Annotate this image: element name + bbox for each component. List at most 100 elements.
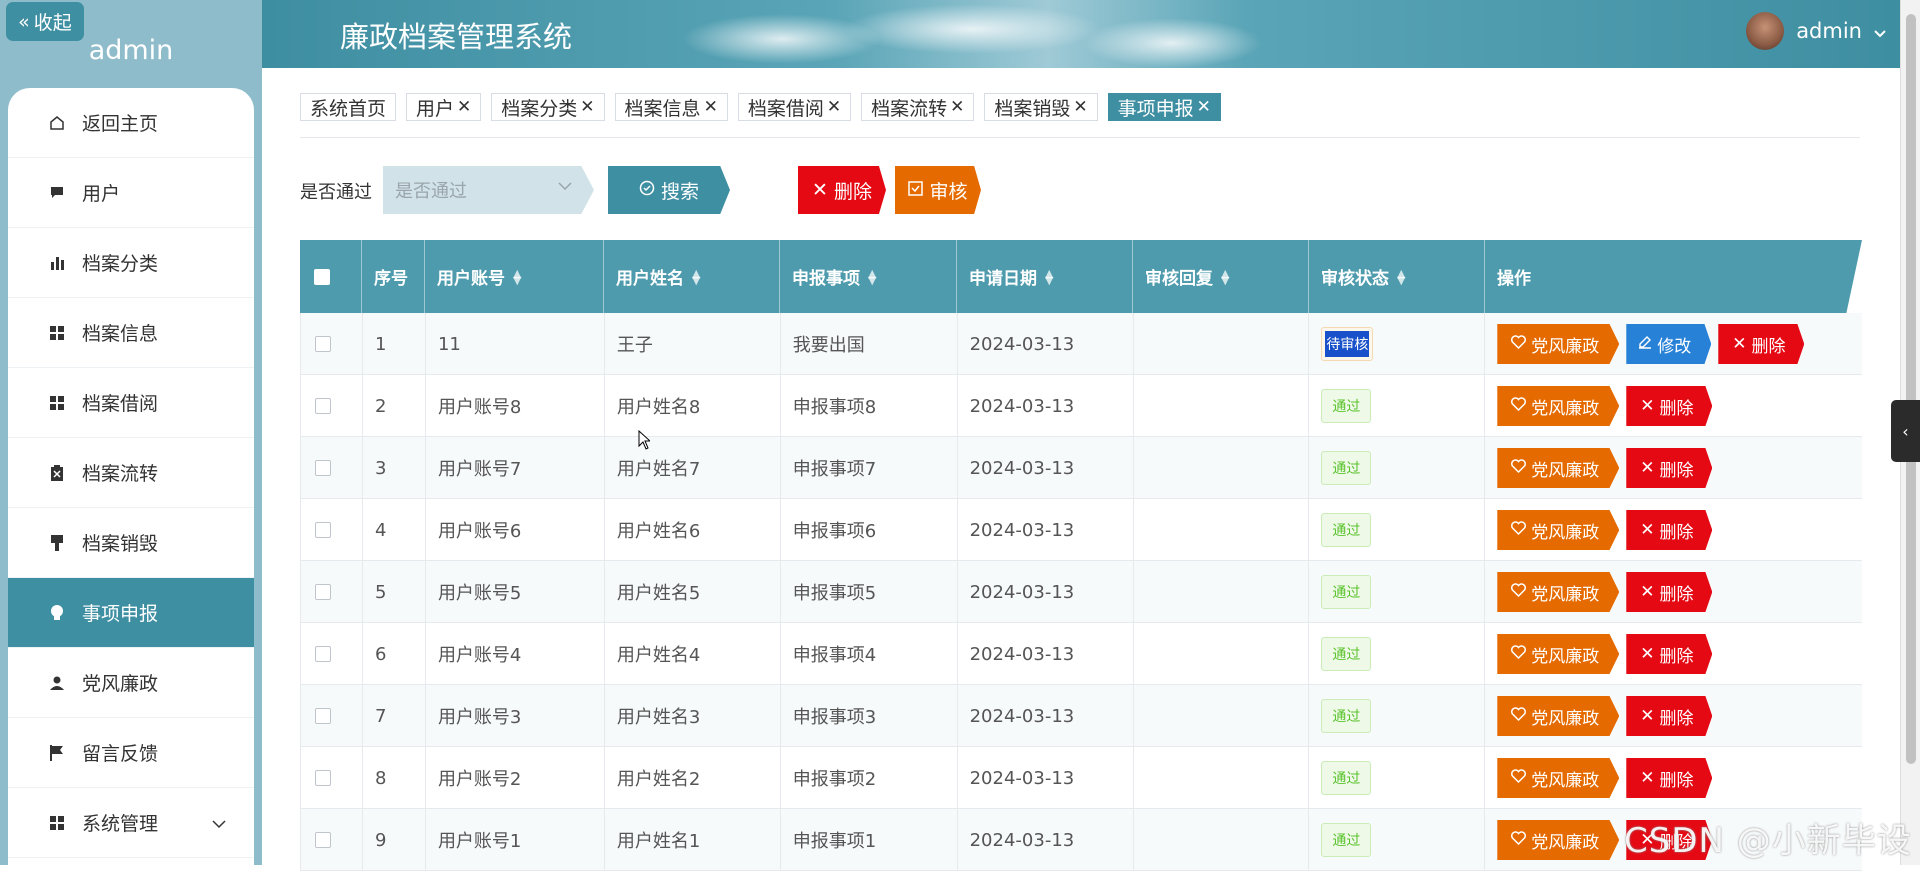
batch-audit-button[interactable]: 审核 [895, 166, 981, 214]
tab-archive-transfer[interactable]: 档案流转 ✕ [861, 93, 975, 121]
sidebar-item-label: 事项申报 [82, 603, 159, 625]
chevron-down-icon[interactable] [1874, 19, 1886, 43]
sort-icon[interactable]: ▲ ▼ [692, 268, 702, 286]
row-checkbox[interactable] [315, 708, 331, 724]
cell-index: 4 [363, 499, 426, 561]
party-integrity-button[interactable]: 党风廉政 [1497, 634, 1620, 674]
column-header[interactable]: 申请日期 ▲ ▼ [957, 240, 1133, 313]
sort-icon[interactable]: ▲ ▼ [1045, 268, 1055, 286]
checkbox-cell [301, 747, 363, 809]
sort-icon[interactable]: ▲ ▼ [513, 268, 523, 286]
sidebar-item-party-integrity[interactable]: 党风廉政 [8, 648, 254, 718]
search-button[interactable]: 搜索 [608, 166, 730, 214]
sort-icon[interactable]: ▲ ▼ [868, 268, 878, 286]
user-menu[interactable]: admin [1746, 12, 1886, 50]
delete-button[interactable]: ✕ 删除 [1626, 696, 1713, 736]
delete-button[interactable]: ✕ 删除 [1626, 758, 1713, 798]
row-checkbox[interactable] [315, 336, 331, 352]
tab-archive-borrow[interactable]: 档案借阅 ✕ [737, 93, 852, 121]
sidebar-item-archive-transfer[interactable]: 档案流转 [8, 438, 254, 508]
sidebar-item-declaration[interactable]: 事项申报 [8, 578, 254, 648]
column-header[interactable]: 审核回复 ▲ ▼ [1133, 240, 1309, 313]
close-icon: ✕ [1640, 706, 1655, 726]
party-integrity-button[interactable]: 党风廉政 [1497, 386, 1620, 426]
side-panel-toggle[interactable]: ‹ [1891, 400, 1920, 462]
close-icon[interactable]: ✕ [827, 97, 841, 117]
tab-home[interactable]: 系统首页 [300, 93, 397, 121]
cell-item: 申报事项8 [781, 375, 958, 437]
scrollbar-thumb[interactable] [1906, 14, 1916, 764]
column-header[interactable]: 用户姓名 ▲ ▼ [604, 240, 780, 313]
column-label: 审核状态 [1321, 269, 1389, 289]
delete-button[interactable]: ✕ 删除 [1626, 448, 1713, 488]
delete-button[interactable]: ✕ 删除 [1718, 324, 1805, 364]
close-icon[interactable]: ✕ [950, 97, 964, 117]
pass-status-select[interactable]: 是否通过 [383, 166, 594, 214]
sidebar-item-user[interactable]: 用户 [8, 158, 254, 228]
party-integrity-button[interactable]: 党风廉政 [1497, 510, 1620, 550]
close-icon[interactable]: ✕ [1073, 97, 1087, 117]
row-checkbox[interactable] [315, 398, 331, 414]
row-checkbox[interactable] [315, 832, 331, 848]
cell-status: 通过 [1309, 809, 1486, 871]
grid-icon [48, 814, 66, 832]
tab-label: 档案借阅 [747, 97, 824, 120]
row-checkbox[interactable] [315, 770, 331, 786]
sidebar-item-label: 档案销毁 [82, 533, 159, 555]
status-badge: 通过 [1321, 761, 1372, 795]
sidebar-item-archive-info[interactable]: 档案信息 [8, 298, 254, 368]
table-row: 5 用户账号5 用户姓名5 申报事项5 2024-03-13 通过 党风廉政 ✕ 删除 [300, 561, 1862, 623]
cell-account: 用户账号8 [426, 375, 605, 437]
close-icon[interactable]: ✕ [1197, 97, 1211, 117]
row-checkbox[interactable] [315, 584, 331, 600]
cell-index: 5 [363, 561, 426, 623]
column-label: 用户账号 [437, 269, 505, 289]
column-label: 序号 [374, 269, 408, 289]
sidebar-item-home[interactable]: 返回主页 [8, 88, 254, 158]
tab-archive-destroy[interactable]: 档案销毁 ✕ [984, 93, 1098, 121]
delete-button[interactable]: ✕ 删除 [1626, 572, 1713, 612]
button-label: 党风廉政 [1531, 708, 1600, 729]
avatar[interactable] [1746, 12, 1785, 50]
sidebar-item-feedback[interactable]: 留言反馈 [8, 718, 254, 788]
delete-button[interactable]: ✕ 删除 [1626, 634, 1713, 674]
party-integrity-button[interactable]: 党风廉政 [1497, 324, 1620, 364]
column-header[interactable]: 申报事项 ▲ ▼ [780, 240, 957, 313]
edit-button[interactable]: 修改 [1626, 324, 1712, 364]
delete-button[interactable]: ✕ 删除 [1626, 510, 1713, 550]
username[interactable]: admin [1796, 19, 1862, 43]
delete-button[interactable]: ✕ 删除 [1626, 386, 1713, 426]
tab-archive-category[interactable]: 档案分类 ✕ [491, 93, 605, 121]
row-checkbox[interactable] [315, 522, 331, 538]
close-icon[interactable]: ✕ [457, 97, 471, 117]
column-header[interactable]: 用户账号 ▲ ▼ [425, 240, 604, 313]
sidebar-item-system[interactable]: 系统管理 [8, 788, 254, 858]
tab-user[interactable]: 用户 ✕ [406, 93, 482, 121]
sidebar-item-archive-destroy[interactable]: 档案销毁 [8, 508, 254, 578]
column-header[interactable]: 审核状态 ▲ ▼ [1309, 240, 1485, 313]
checkbox-cell [301, 313, 363, 375]
cell-account: 用户账号1 [426, 809, 605, 871]
batch-delete-button[interactable]: ✕ 删除 [798, 166, 886, 214]
party-integrity-button[interactable]: 党风廉政 [1497, 448, 1620, 488]
sidebar-item-archive-borrow[interactable]: 档案借阅 [8, 368, 254, 438]
cell-account: 11 [426, 313, 605, 375]
tab-declaration[interactable]: 事项申报 ✕ [1107, 93, 1221, 121]
sort-icon[interactable]: ▲ ▼ [1397, 268, 1407, 286]
tab-archive-info[interactable]: 档案信息 ✕ [614, 93, 728, 121]
party-integrity-button[interactable]: 党风廉政 [1497, 758, 1620, 798]
status-text: 通过 [1332, 585, 1361, 601]
row-checkbox[interactable] [315, 460, 331, 476]
sidebar-item-archive-category[interactable]: 档案分类 [8, 228, 254, 298]
row-checkbox[interactable] [315, 646, 331, 662]
party-integrity-button[interactable]: 党风廉政 [1497, 696, 1620, 736]
tab-label: 档案流转 [871, 97, 948, 120]
close-icon[interactable]: ✕ [704, 97, 718, 117]
party-integrity-button[interactable]: 党风廉政 [1497, 820, 1620, 860]
collapse-button[interactable]: « 收起 [6, 2, 84, 41]
sort-icon[interactable]: ▲ ▼ [1221, 268, 1231, 286]
close-icon[interactable]: ✕ [580, 97, 594, 117]
party-integrity-button[interactable]: 党风廉政 [1497, 572, 1620, 612]
select-all-checkbox[interactable] [314, 268, 330, 285]
cell-reply [1134, 747, 1310, 809]
